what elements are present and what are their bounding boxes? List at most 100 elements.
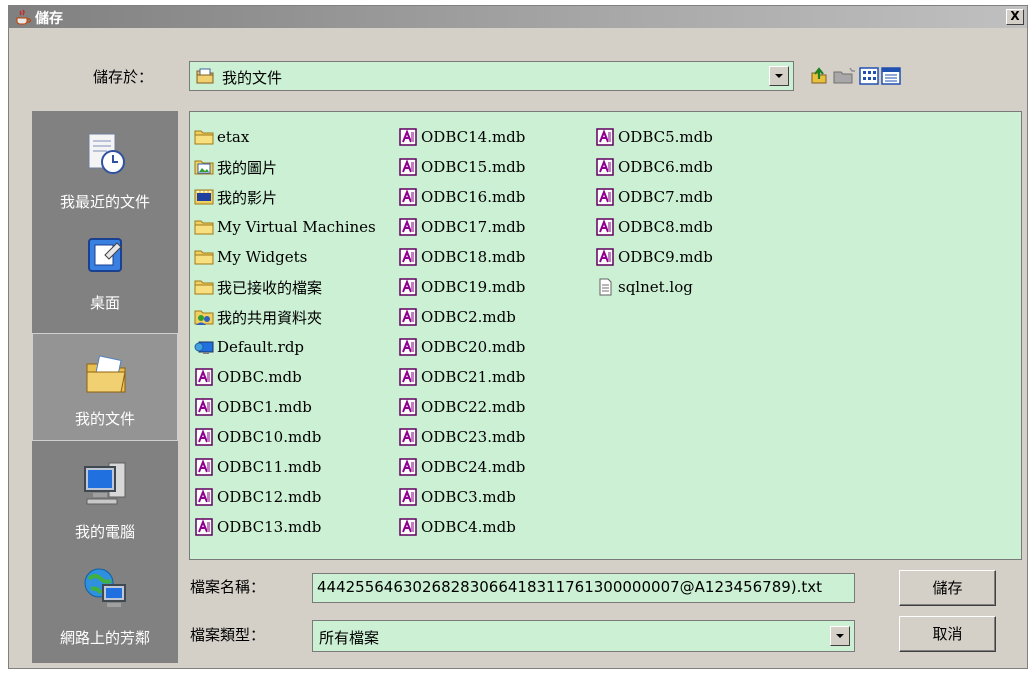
file-item[interactable]: 我已接收的檔案 [194, 272, 376, 302]
file-item[interactable]: ODBC1.mdb [194, 392, 376, 422]
file-name: My Virtual Machines [217, 218, 376, 236]
file-item[interactable]: My Virtual Machines [194, 212, 376, 242]
save-in-combo[interactable]: 我的文件 [189, 61, 794, 91]
file-name: ODBC9.mdb [618, 248, 713, 266]
folder-icon [194, 220, 214, 235]
file-item[interactable]: 我的圖片 [194, 152, 376, 182]
videos-folder-icon [194, 189, 214, 205]
shared-folder-icon [194, 310, 214, 325]
desktop-icon [88, 238, 122, 272]
up-folder-icon[interactable] [809, 66, 829, 86]
file-item[interactable]: ODBC4.mdb [398, 512, 525, 542]
file-item[interactable]: ODBC7.mdb [595, 182, 713, 212]
file-name: ODBC12.mdb [217, 488, 322, 506]
place-label: 我的文件 [74, 410, 135, 428]
network-places-icon [84, 568, 126, 607]
file-item[interactable]: ODBC6.mdb [595, 152, 713, 182]
file-name: 我的共用資料夾 [217, 308, 323, 327]
file-column-3: ODBC5.mdb ODBC6.mdb ODBC7.mdb ODBC8.mdb ODBC… [595, 122, 713, 302]
file-item[interactable]: ODBC2.mdb [398, 302, 525, 332]
list-view-icon[interactable] [859, 66, 879, 86]
access-db-icon [399, 398, 417, 416]
filename-input[interactable]: 44425564630268283066418311761300000007@A… [312, 573, 855, 603]
file-name: 我的影片 [217, 188, 278, 207]
file-name: ODBC24.mdb [421, 458, 526, 476]
access-db-icon [399, 338, 417, 356]
close-button[interactable]: X [1006, 9, 1024, 25]
access-db-icon [596, 248, 614, 266]
file-item[interactable]: Default.rdp [194, 332, 376, 362]
file-name: 我的圖片 [217, 158, 278, 177]
file-item[interactable]: ODBC13.mdb [194, 512, 376, 542]
access-db-icon [596, 188, 614, 206]
file-item[interactable]: ODBC15.mdb [398, 152, 525, 182]
file-item[interactable]: ODBC5.mdb [595, 122, 713, 152]
folder-icon [194, 130, 214, 145]
filetype-combo[interactable]: 所有檔案 [312, 620, 855, 652]
access-db-icon [399, 428, 417, 446]
file-item[interactable]: ODBC21.mdb [398, 362, 525, 392]
file-name: ODBC7.mdb [618, 188, 713, 206]
places-bar: 我最近的文件 桌面 我的文件 我的電腦 網路上的芳鄰 [32, 111, 178, 663]
file-item[interactable]: ODBC18.mdb [398, 242, 525, 272]
filetype-value: 所有檔案 [319, 629, 380, 647]
file-item[interactable]: ODBC16.mdb [398, 182, 525, 212]
file-name: ODBC21.mdb [421, 368, 526, 386]
access-db-icon [399, 278, 417, 296]
access-db-icon [596, 128, 614, 146]
access-db-icon [195, 458, 213, 476]
file-item[interactable]: ODBC.mdb [194, 362, 376, 392]
save-dialog: 儲存 X 儲存於： 我的文件 我最近的文件 桌面 我的文件 我的電腦 網路上的芳… [8, 5, 1028, 669]
file-item[interactable]: ODBC9.mdb [595, 242, 713, 272]
file-item[interactable]: ODBC23.mdb [398, 422, 525, 452]
file-item[interactable]: ODBC12.mdb [194, 482, 376, 512]
file-name: ODBC15.mdb [421, 158, 526, 176]
file-item[interactable]: ODBC8.mdb [595, 212, 713, 242]
access-db-icon [399, 488, 417, 506]
file-name: ODBC6.mdb [618, 158, 713, 176]
file-item[interactable]: 我的影片 [194, 182, 376, 212]
place-label: 我的電腦 [74, 523, 135, 541]
title-bar[interactable]: 儲存 X [9, 6, 1027, 28]
file-item[interactable]: ODBC3.mdb [398, 482, 525, 512]
save-button[interactable]: 儲存 [899, 570, 996, 606]
file-name: ODBC3.mdb [421, 488, 516, 506]
access-db-icon [195, 488, 213, 506]
file-item[interactable]: ODBC11.mdb [194, 452, 376, 482]
file-item[interactable]: ODBC17.mdb [398, 212, 525, 242]
access-db-icon [399, 368, 417, 386]
file-item[interactable]: ODBC22.mdb [398, 392, 525, 422]
file-item[interactable]: ODBC14.mdb [398, 122, 525, 152]
file-name: My Widgets [217, 248, 308, 266]
file-item[interactable]: ODBC20.mdb [398, 332, 525, 362]
folder-icon [194, 280, 214, 295]
file-item[interactable]: My Widgets [194, 242, 376, 272]
new-folder-icon[interactable] [832, 66, 856, 86]
my-computer-icon [84, 462, 126, 505]
place-my-documents[interactable]: 我的文件 [32, 333, 178, 441]
file-item[interactable]: ODBC10.mdb [194, 422, 376, 452]
access-db-icon [195, 398, 213, 416]
file-item[interactable]: ODBC24.mdb [398, 452, 525, 482]
place-recent-documents[interactable]: 我最近的文件 [32, 111, 178, 219]
file-name: ODBC16.mdb [421, 188, 526, 206]
file-column-1: etax 我的圖片我的影片 My Virtual Machines My Widget… [194, 122, 376, 542]
file-name: ODBC23.mdb [421, 428, 526, 446]
file-name: ODBC2.mdb [421, 308, 516, 326]
file-list[interactable]: etax 我的圖片我的影片 My Virtual Machines My Widget… [189, 111, 1022, 560]
filetype-dropdown-button[interactable] [830, 626, 850, 646]
file-item[interactable]: ODBC19.mdb [398, 272, 525, 302]
cancel-button[interactable]: 取消 [899, 616, 996, 652]
access-db-icon [399, 458, 417, 476]
file-name: ODBC20.mdb [421, 338, 526, 356]
place-desktop[interactable]: 桌面 [32, 219, 178, 327]
save-in-dropdown-button[interactable] [769, 66, 789, 86]
details-view-icon[interactable] [881, 66, 901, 86]
file-name: ODBC4.mdb [421, 518, 516, 536]
place-my-computer[interactable]: 我的電腦 [32, 441, 178, 549]
place-network[interactable]: 網路上的芳鄰 [32, 555, 178, 663]
file-item[interactable]: 我的共用資料夾 [194, 302, 376, 332]
place-label: 桌面 [89, 294, 120, 312]
file-item[interactable]: sqlnet.log [595, 272, 713, 302]
file-item[interactable]: etax [194, 122, 376, 152]
